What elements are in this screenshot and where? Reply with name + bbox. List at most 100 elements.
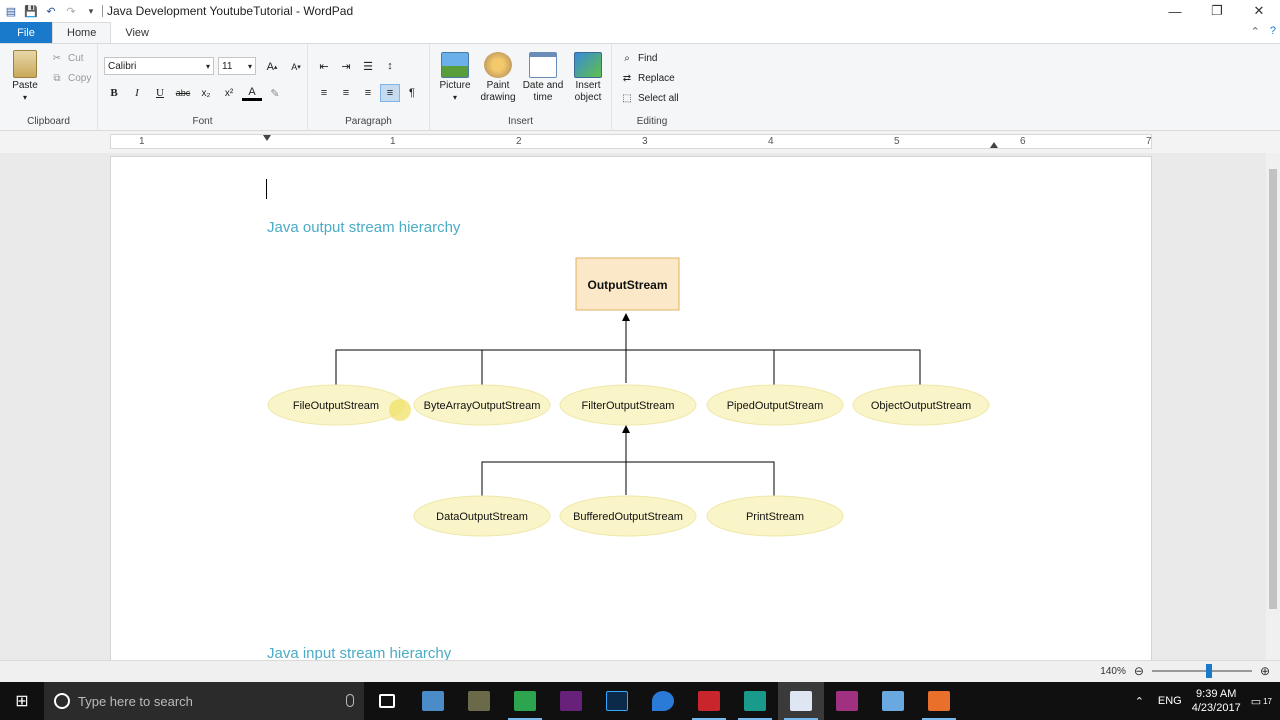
document-page[interactable]: Java output stream hierarchy OutputStrea…: [110, 156, 1152, 660]
paste-button[interactable]: Paste ▾: [8, 50, 42, 104]
close-button[interactable]: ✕: [1238, 0, 1280, 22]
decrease-indent-icon[interactable]: ⇤: [314, 57, 334, 75]
taskbar-search[interactable]: Type here to search: [44, 682, 364, 720]
node-label: PrintStream: [746, 511, 804, 523]
redo-icon[interactable]: ↷: [64, 4, 78, 18]
cut-button[interactable]: ✂ Cut: [50, 52, 84, 65]
insert-object-button[interactable]: Insert object: [568, 52, 608, 104]
paragraph-settings-icon[interactable]: ¶: [402, 84, 422, 102]
insert-group: Picture ▾ Paint drawing Date and time In…: [430, 44, 612, 131]
window-controls: — ❐ ✕: [1154, 0, 1280, 22]
node-label: DataOutputStream: [436, 511, 528, 523]
action-center-icon[interactable]: ▭ 17: [1251, 695, 1272, 708]
language-indicator[interactable]: ENG: [1158, 695, 1182, 707]
drop-app-icon[interactable]: [640, 682, 686, 720]
windows-start-icon[interactable]: ⊞: [0, 682, 44, 720]
font-size-select[interactable]: 11 ▾: [218, 57, 256, 75]
align-left-icon[interactable]: ≡: [314, 84, 334, 102]
chevron-down-icon: ▾: [205, 61, 210, 71]
level1-node: ByteArrayOutputStream: [413, 384, 551, 426]
right-indent-marker[interactable]: [990, 142, 998, 148]
highlight-icon[interactable]: ✎: [265, 84, 285, 102]
zoom-out-icon[interactable]: ⊖: [1134, 664, 1144, 678]
text-color-button[interactable]: A: [242, 85, 262, 101]
root-label: OutputStream: [587, 278, 667, 292]
select-all-button[interactable]: ⬚ Select all: [620, 92, 678, 105]
bold-button[interactable]: B: [104, 84, 124, 102]
grow-font-icon[interactable]: A ▴: [262, 58, 282, 76]
ribbon-tabs: File Home View ⌃ ?: [0, 22, 1280, 43]
restore-button[interactable]: ❐: [1196, 0, 1238, 22]
line-spacing-icon[interactable]: ↕: [380, 57, 400, 75]
subscript-button[interactable]: x₂: [196, 84, 216, 102]
customize-qat-icon[interactable]: ▾: [84, 4, 98, 18]
recorder-app-icon[interactable]: [916, 682, 962, 720]
group-label: Paragraph: [345, 116, 392, 127]
node-label: PipedOutputStream: [727, 400, 824, 412]
zoom-slider[interactable]: [1151, 664, 1252, 678]
tab-view[interactable]: View: [111, 22, 163, 43]
align-right-icon[interactable]: ≡: [358, 84, 378, 102]
date-time-button[interactable]: Date and time: [520, 52, 566, 104]
shrink-font-icon[interactable]: A ▾: [286, 58, 306, 76]
strikethrough-button[interactable]: abc: [173, 84, 193, 102]
picture-button[interactable]: Picture ▾: [436, 52, 474, 104]
cortana-icon: [54, 693, 70, 709]
help-icon[interactable]: ?: [1270, 25, 1276, 38]
wordpad-app-icon[interactable]: ▤: [4, 4, 18, 18]
align-center-icon[interactable]: ≡: [336, 84, 356, 102]
ruler[interactable]: 1 1 2 3 4 5 6 7: [110, 134, 1152, 149]
paragraph-group: ⇤ ⇥ ☰ ↕ ≡ ≡ ≡ ≡ ¶ Paragraph: [308, 44, 430, 131]
minimize-ribbon-icon[interactable]: ⌃: [1251, 25, 1260, 38]
find-button[interactable]: ⌕ Find: [620, 52, 657, 65]
font-family-select[interactable]: Calibri ▾: [104, 57, 214, 75]
clipboard-group: Paste ▾ ✂ Cut ⧉ Copy Clipboard: [0, 44, 98, 131]
palette-icon: [484, 52, 512, 78]
quick-access-toolbar: ▤ 💾 ↶ ↷ ▾: [0, 0, 98, 22]
zoom-slider-thumb[interactable]: [1205, 664, 1212, 678]
paint-drawing-button[interactable]: Paint drawing: [476, 52, 520, 104]
scissors-icon: ✂: [52, 53, 62, 64]
replace-button[interactable]: ⇄ Replace: [620, 72, 675, 85]
tab-file[interactable]: File: [0, 22, 52, 43]
mysql-workbench-icon[interactable]: [456, 682, 502, 720]
camera-app-icon[interactable]: [686, 682, 732, 720]
object-icon: [574, 52, 602, 78]
visual-studio-icon[interactable]: [548, 682, 594, 720]
wordpad-taskbar-icon[interactable]: [778, 682, 824, 720]
window-title: Java Development YoutubeTutorial - WordP…: [107, 4, 354, 18]
paste-icon: [13, 50, 37, 78]
cube-app-icon[interactable]: [870, 682, 916, 720]
save-icon[interactable]: 💾: [24, 4, 38, 18]
underline-button[interactable]: U: [150, 84, 170, 102]
node-label: FileOutputStream: [293, 400, 379, 412]
left-indent-marker[interactable]: [263, 135, 271, 150]
copy-button[interactable]: ⧉ Copy: [50, 72, 91, 85]
justify-icon[interactable]: ≡: [380, 84, 400, 102]
vertical-scrollbar[interactable]: [1266, 153, 1280, 660]
onenote-icon[interactable]: [824, 682, 870, 720]
sheets-icon[interactable]: [502, 682, 548, 720]
superscript-button[interactable]: x²: [219, 84, 239, 102]
italic-button[interactable]: I: [127, 84, 147, 102]
bullet-list-icon[interactable]: ☰: [358, 57, 378, 75]
level2-node: DataOutputStream: [413, 495, 551, 537]
scrollbar-thumb[interactable]: [1269, 169, 1277, 609]
photoshop-icon[interactable]: [594, 682, 640, 720]
increase-indent-icon[interactable]: ⇥: [336, 57, 356, 75]
undo-icon[interactable]: ↶: [44, 4, 58, 18]
zoom-level: 140%: [1100, 665, 1126, 677]
tab-home[interactable]: Home: [52, 22, 112, 43]
minimize-button[interactable]: —: [1154, 0, 1196, 22]
task-view-icon[interactable]: [364, 682, 410, 720]
zoom-in-icon[interactable]: ⊕: [1260, 664, 1270, 678]
document-area: Java output stream hierarchy OutputStrea…: [0, 153, 1266, 660]
file-explorer-icon[interactable]: [410, 682, 456, 720]
clock[interactable]: 9:39 AM 4/23/2017: [1192, 687, 1241, 715]
media-app-icon[interactable]: [732, 682, 778, 720]
microphone-icon[interactable]: [346, 694, 354, 707]
picture-icon: [441, 52, 469, 78]
show-hidden-icons-icon[interactable]: ⌃: [1135, 695, 1144, 708]
copy-icon: ⧉: [53, 73, 61, 84]
level1-node: FilterOutputStream: [559, 384, 697, 426]
